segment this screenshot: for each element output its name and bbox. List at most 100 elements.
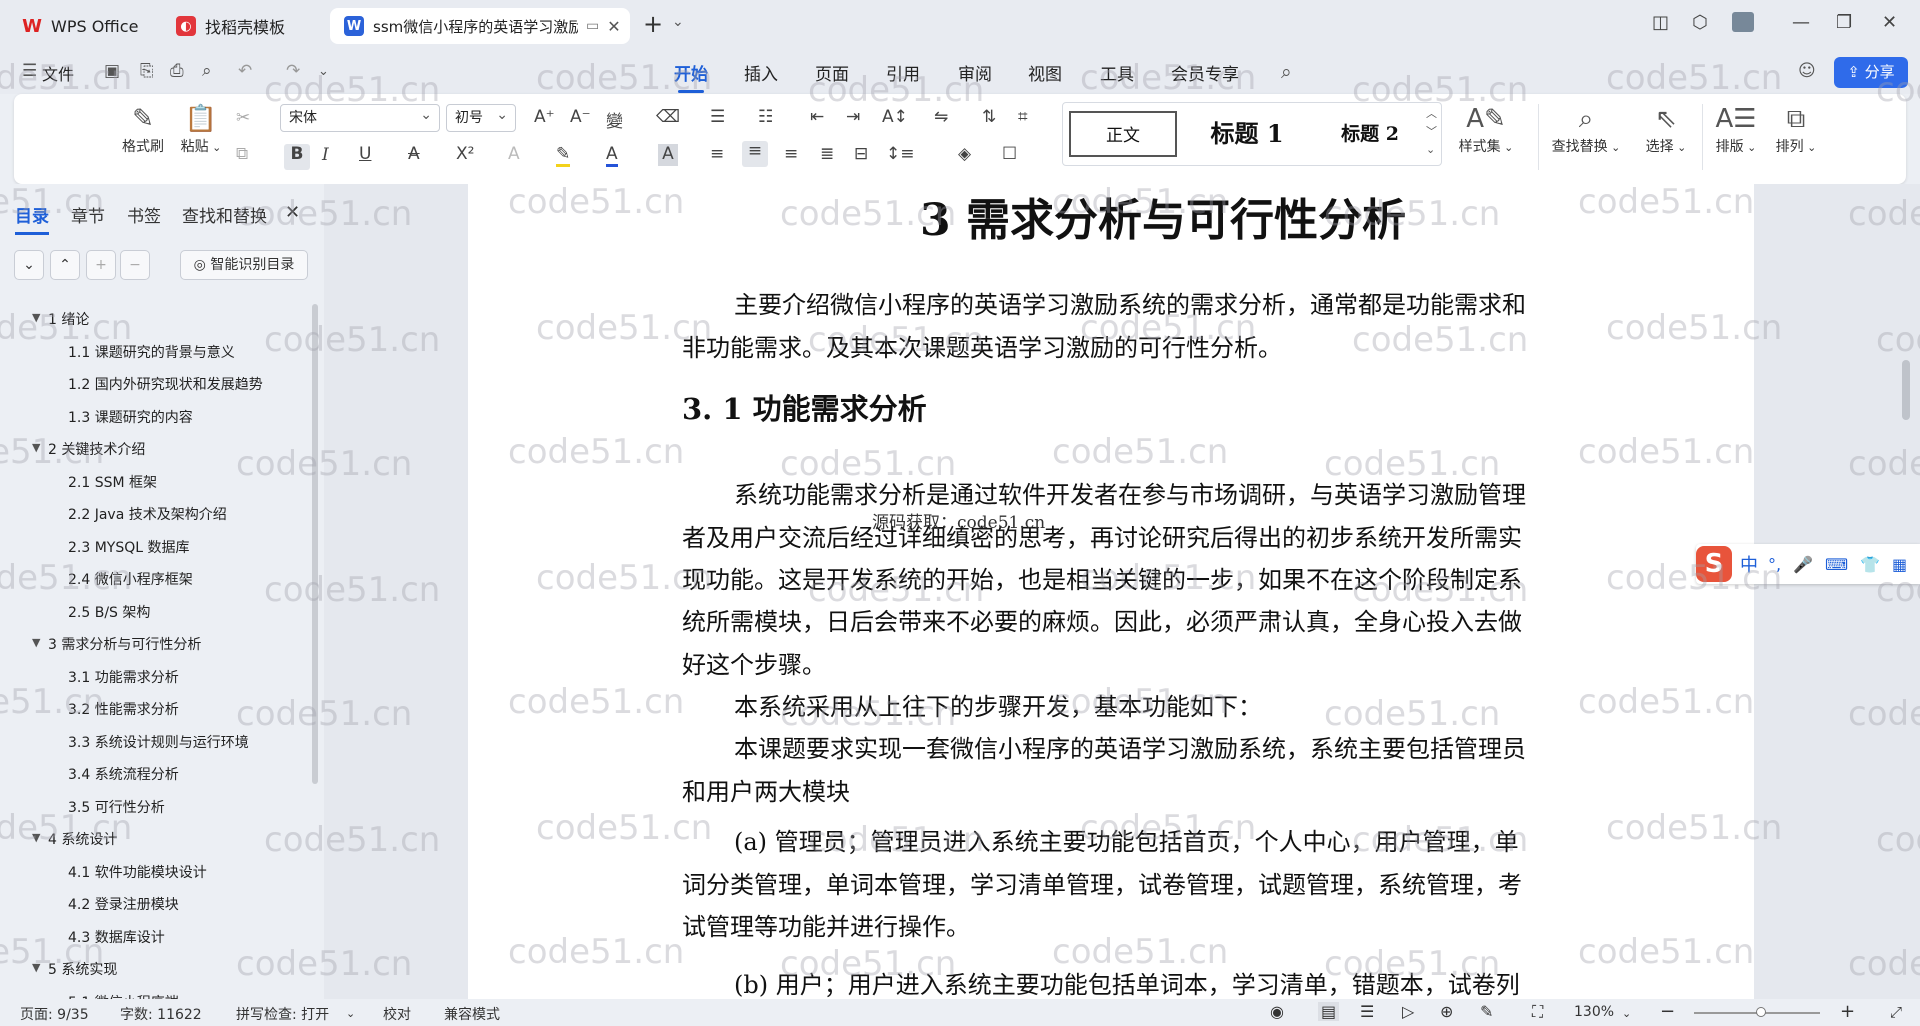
print-icon[interactable]: ⎙ [170, 61, 184, 81]
pen-icon[interactable]: ✎ [1480, 1002, 1493, 1021]
align-center-icon[interactable]: ≡ [742, 141, 768, 167]
toc-item[interactable]: ▼ 4 系统设计 [32, 829, 117, 849]
style-set-button[interactable]: A✎ 样式集 ⌄ [1448, 102, 1524, 156]
toc-item[interactable]: 1.2 国内外研究现状和发展趋势 [68, 374, 263, 394]
share-button[interactable]: ⇪ 分享 [1834, 57, 1908, 88]
close-pane-icon[interactable]: ✕ [285, 202, 300, 223]
toc-item[interactable]: 4.2 登录注册模块 [68, 894, 179, 914]
add-heading-icon[interactable]: + [86, 250, 116, 280]
tab-find-replace[interactable]: 查找和替换 [182, 202, 267, 227]
tab-view[interactable]: 视图 [1028, 60, 1062, 85]
close-window-icon[interactable]: ✕ [1882, 12, 1897, 33]
toc-item[interactable]: 4.1 软件功能模块设计 [68, 862, 207, 882]
tab-toc[interactable]: 目录 [15, 202, 49, 235]
line-spacing-icon[interactable]: ↕≡ [886, 144, 915, 164]
numbered-list-icon[interactable]: ☷ [758, 107, 773, 127]
ime-language-toggle[interactable]: 中 [1740, 551, 1758, 577]
fit-icon[interactable]: ⛶ [1532, 1002, 1543, 1022]
align-left-icon[interactable]: ≡ [710, 144, 724, 164]
export-icon[interactable]: ⎘ [140, 61, 154, 81]
remove-heading-icon[interactable]: − [120, 250, 150, 280]
print-preview-icon[interactable]: ⌕ [202, 61, 212, 81]
font-size-select[interactable]: 初号 [446, 102, 516, 132]
style-heading-1[interactable]: 标题 1 [1185, 111, 1309, 157]
toc-item[interactable]: 2.5 B/S 架构 [68, 602, 150, 622]
proofread-button[interactable]: 校对 [383, 1004, 411, 1024]
eye-icon[interactable]: ◉ [1270, 1002, 1284, 1021]
collapse-up-icon[interactable]: ⌃ [50, 250, 80, 280]
tab-tools[interactable]: 工具 [1100, 60, 1134, 85]
format-painter-button[interactable]: ✎ 格式刷 [118, 102, 168, 156]
justify-icon[interactable]: ≣ [820, 144, 834, 164]
toc-item[interactable]: 2.1 SSM 框架 [68, 472, 157, 492]
outdent-icon[interactable]: ⇤ [810, 107, 824, 127]
borders-icon[interactable]: ☐ [1002, 144, 1017, 164]
toc-item[interactable]: 4.3 数据库设计 [68, 927, 165, 947]
toc-item[interactable]: 1.3 课题研究的内容 [68, 407, 193, 427]
avatar[interactable] [1732, 12, 1754, 32]
highlight-icon[interactable]: ✎ [556, 144, 571, 167]
layout-button[interactable]: A☰ 排版 ⌄ [1706, 102, 1766, 156]
toc-item[interactable]: 3.1 功能需求分析 [68, 667, 179, 687]
char-shading-icon[interactable]: A [658, 144, 678, 166]
document-scrollbar[interactable] [1902, 360, 1910, 420]
hamburger-icon[interactable]: ☰ [22, 61, 37, 81]
indent-icon[interactable]: ⇥ [846, 107, 860, 127]
redo-icon[interactable]: ↷ [286, 61, 300, 81]
toc-item[interactable]: 3.2 性能需求分析 [68, 699, 179, 719]
play-icon[interactable]: ▷ [1402, 1002, 1414, 1021]
file-menu[interactable]: 文件 [42, 61, 74, 85]
spell-check-toggle[interactable]: 拼写检查: 打开 [236, 1004, 329, 1024]
skin-icon[interactable]: 👕 [1860, 555, 1880, 574]
toolbox-icon[interactable]: ▦ [1892, 555, 1907, 574]
expand-triangle-icon[interactable]: ▼ [32, 636, 40, 649]
keyboard-icon[interactable]: ⌨ [1825, 555, 1848, 574]
toc-item[interactable]: ▼ 5 系统实现 [32, 959, 117, 979]
close-tab-icon[interactable]: ✕ [607, 17, 620, 36]
zoom-level[interactable]: 130% [1574, 1004, 1614, 1020]
toc-scrollbar[interactable] [312, 304, 318, 784]
bullet-list-icon[interactable]: ☰ [710, 107, 725, 127]
toc-item[interactable]: 2.2 Java 技术及架构介绍 [68, 504, 227, 524]
distribute-icon[interactable]: ⊟ [854, 144, 868, 164]
strikethrough-icon[interactable]: A [408, 144, 420, 164]
punctuation-icon[interactable]: °, [1768, 555, 1781, 574]
grow-font-icon[interactable]: A⁺ [534, 107, 555, 127]
toc-item[interactable]: 3.5 可行性分析 [68, 797, 165, 817]
arrange-button[interactable]: ⧉ 排列 ⌄ [1766, 102, 1826, 156]
chat-icon[interactable]: ☺ [1798, 61, 1816, 81]
tab-list-chevron-icon[interactable]: ⌄ [672, 14, 684, 30]
tab-wps-office[interactable]: W WPS Office [8, 8, 154, 44]
style-normal[interactable]: 正文 [1069, 111, 1177, 157]
italic-icon[interactable]: I [322, 145, 329, 165]
show-marks-icon[interactable]: ⌗ [1018, 107, 1028, 127]
tab-member[interactable]: 会员专享 [1171, 60, 1239, 85]
minimize-icon[interactable]: — [1792, 12, 1810, 33]
align-right-icon[interactable]: ≡ [784, 144, 798, 164]
cut-icon[interactable]: ✂ [236, 108, 250, 128]
zoom-out-icon[interactable]: − [1660, 1001, 1675, 1022]
quick-access-chevron-icon[interactable]: ⌄ [318, 64, 329, 79]
expand-triangle-icon[interactable]: ▼ [32, 961, 40, 974]
superscript-icon[interactable]: X² [456, 144, 474, 164]
zoom-slider-thumb[interactable] [1756, 1007, 1766, 1017]
tab-page[interactable]: 页面 [815, 60, 849, 85]
tab-insert[interactable]: 插入 [744, 60, 778, 85]
toc-item[interactable]: ▼ 1 绪论 [32, 309, 89, 329]
shrink-font-icon[interactable]: A⁻ [570, 107, 591, 127]
tab-home[interactable]: 开始 [674, 60, 708, 93]
save-icon[interactable]: ▣ [104, 61, 120, 81]
tab-docer[interactable]: ◐ 找稻壳模板 [162, 8, 322, 44]
toc-item[interactable]: 2.4 微信小程序框架 [68, 569, 193, 589]
paste-button[interactable]: 📋 粘贴 ⌄ [176, 102, 226, 156]
zoom-in-icon[interactable]: + [1840, 1001, 1855, 1022]
cube-icon[interactable]: ⬡ [1692, 12, 1708, 33]
tab-chapters[interactable]: 章节 [71, 202, 105, 227]
toc-item[interactable]: 3.4 系统流程分析 [68, 764, 179, 784]
phonetic-icon[interactable]: 變 [606, 107, 623, 132]
undo-icon[interactable]: ↶ [238, 61, 252, 81]
underline-icon[interactable]: U [359, 144, 371, 164]
toc-item[interactable]: 3.3 系统设计规则与运行环境 [68, 732, 249, 752]
expand-triangle-icon[interactable]: ▼ [32, 311, 40, 324]
toc-item[interactable]: ▼ 3 需求分析与可行性分析 [32, 634, 201, 654]
